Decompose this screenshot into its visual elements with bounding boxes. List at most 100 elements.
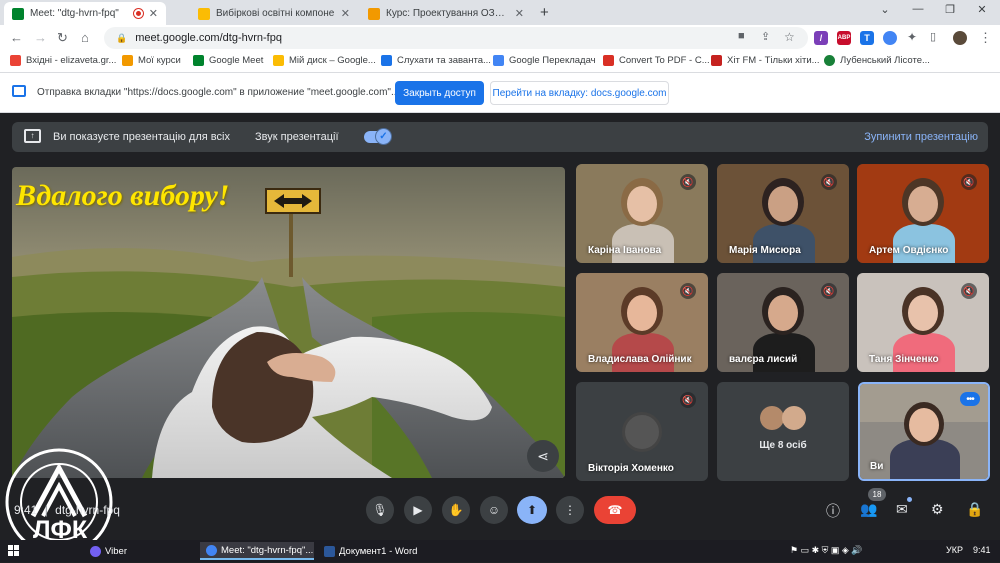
participant-face [908, 295, 938, 331]
home-icon[interactable]: ⌂ [81, 30, 89, 45]
word-icon [324, 545, 335, 557]
side-panel-icon[interactable]: ▯ [930, 30, 936, 43]
host-controls-icon[interactable]: 🔒 [966, 501, 983, 518]
participant-tile[interactable]: 🔇 Марія Мисюра [717, 164, 849, 263]
avatar [782, 406, 806, 430]
bookmark-my-courses[interactable]: Мої курси [122, 55, 181, 66]
tab-label: Вибіркові освітні компоне [216, 8, 335, 19]
forward-icon[interactable]: → [34, 30, 47, 45]
address-bar[interactable]: 🔒 meet.google.com/dtg-hvrn-fpq [104, 27, 808, 49]
taskbar-word[interactable]: Документ1 - Word [318, 542, 436, 560]
more-options-icon[interactable]: ••• [960, 392, 980, 406]
tab-elective-courses[interactable]: Вибіркові освітні компоне ✕ [190, 2, 358, 25]
tray-icons[interactable]: ⚑ ▭ ✱ ⛨ ▣ ◈ 🔊 [790, 545, 863, 556]
presentation-sound-toggle[interactable]: ✓ [364, 128, 392, 145]
chat-icon[interactable]: ✉ [896, 501, 908, 518]
extension-circle-icon[interactable] [883, 31, 897, 45]
bookmark-inbox[interactable]: Вхідні - elizaveta.gr... [10, 55, 116, 66]
close-tab-icon[interactable]: ✕ [515, 7, 524, 20]
profile-avatar[interactable] [953, 31, 967, 45]
slide-title: Вдалого вибору! [16, 179, 230, 212]
bookmark-convert-pdf[interactable]: Convert To PDF - C... [603, 55, 710, 66]
more-participants-label: Ще 8 осіб [759, 440, 807, 451]
maximize-button[interactable]: ❐ [935, 3, 965, 16]
tab-course[interactable]: Курс: Проектування ОЗБ СПГ ✕ [360, 2, 532, 25]
tab-sharing-infobar: Отправка вкладки "https://docs.google.co… [0, 73, 1000, 113]
browser-tab-strip: Meet: "dtg-hvrn-fpq" ✕ Вибіркові освітні… [0, 0, 1000, 25]
minimize-button[interactable]: — [903, 3, 933, 15]
participant-tile[interactable]: 🔇 Артем Овдієнко [857, 164, 989, 263]
camera-button[interactable]: ▶ [404, 496, 432, 524]
stop-sharing-button[interactable]: Закрыть доступ [395, 81, 484, 105]
abp-icon[interactable]: ABP [837, 31, 851, 45]
kebab-icon: ⋮ [564, 503, 576, 517]
bookmark-google-translate[interactable]: Google Перекладач [493, 55, 596, 66]
tab-search-icon[interactable]: ⌄ [870, 3, 900, 16]
meet-icon [193, 55, 204, 66]
present-now-button[interactable]: ⬆ [517, 496, 547, 524]
arrow-icon [381, 55, 392, 66]
bookmark-hit-fm[interactable]: Хіт FM - Тільки хіти... [711, 55, 820, 66]
tab-meet[interactable]: Meet: "dtg-hvrn-fpq" ✕ [4, 2, 166, 25]
close-tab-icon[interactable]: ✕ [149, 7, 158, 20]
menu-kebab-icon[interactable]: ⋮ [979, 30, 992, 46]
self-tile[interactable]: ••• Ви [858, 382, 990, 481]
participant-tile[interactable]: 🔇 Таня Зінченко [857, 273, 989, 372]
participant-tile[interactable]: 🔇 валєра лисий [717, 273, 849, 372]
meeting-time: 9:41 [14, 503, 38, 517]
back-icon[interactable]: ← [10, 30, 23, 45]
present-screen-icon: ↑ [24, 129, 41, 143]
reload-icon[interactable]: ↻ [57, 30, 68, 46]
slide-image [12, 167, 565, 478]
bookmark-star-icon[interactable]: ☆ [784, 30, 795, 44]
input-language[interactable]: УКР [946, 545, 963, 555]
start-icon[interactable] [8, 545, 20, 557]
muted-mic-icon: 🔇 [821, 174, 837, 190]
gmail-icon [10, 55, 21, 66]
share-page-icon[interactable]: ⇪ [761, 30, 770, 43]
system-clock[interactable]: 9:41 [973, 545, 991, 555]
extensions-puzzle-icon[interactable]: ✦ [907, 30, 917, 44]
more-participants-tile[interactable]: Ще 8 осіб [717, 382, 849, 481]
bookmark-google-drive[interactable]: Мій диск – Google... [273, 55, 376, 66]
taskbar-viber[interactable]: Viber [84, 542, 196, 560]
camera-icon[interactable]: ■ [738, 30, 745, 42]
raise-hand-button[interactable]: ✋ [442, 496, 470, 524]
bookmark-music[interactable]: Слухати та заванта... [381, 55, 491, 66]
bookmarks-bar: Вхідні - elizaveta.gr... Мої курси Googl… [0, 51, 1000, 73]
participant-tile[interactable]: 🔇 Вікторія Хоменко [576, 382, 708, 481]
close-tab-icon[interactable]: ✕ [341, 7, 350, 20]
muted-mic-icon: 🔇 [680, 392, 696, 408]
reactions-button[interactable]: ☺ [480, 496, 508, 524]
participant-body [893, 333, 955, 372]
taskbar-chrome-meet[interactable]: Meet: "dtg-hvrn-fpq"... [200, 542, 314, 560]
bookmark-google-meet[interactable]: Google Meet [193, 55, 263, 66]
participant-name: Таня Зінченко [869, 354, 939, 365]
recording-icon [133, 9, 143, 18]
close-window-button[interactable]: ✕ [967, 3, 997, 16]
bookmark-college[interactable]: Лубенський Лісоте... [824, 55, 930, 66]
bookmark-label: Мої курси [138, 55, 181, 66]
more-options-button[interactable]: ⋮ [556, 496, 584, 524]
new-tab-button[interactable]: + [540, 4, 549, 21]
bookmark-label: Слухати та заванта... [397, 55, 491, 66]
pen-extension-icon[interactable]: / [814, 31, 828, 45]
participant-tile[interactable]: 🔇 Каріна Іванова [576, 164, 708, 263]
switch-tab-button[interactable]: Перейти на вкладку: docs.google.com [490, 81, 669, 105]
meeting-info-icon[interactable]: ⓘ [826, 501, 840, 521]
participant-name: Ви [870, 461, 884, 472]
task-label: Viber [105, 545, 128, 557]
activities-icon[interactable]: ⚙ [931, 501, 944, 518]
stop-presenting-link[interactable]: Зупинити презентацію [864, 131, 978, 143]
chrome-icon [206, 544, 217, 556]
microphone-button[interactable]: 🎙 [366, 496, 394, 524]
translate-icon[interactable]: T [860, 31, 874, 45]
leave-call-button[interactable]: ☎ [594, 496, 636, 524]
emoji-icon: ☺ [487, 503, 501, 517]
share-icon[interactable]: ⋖ [527, 440, 559, 472]
bookmark-label: Мій диск – Google... [289, 55, 376, 66]
people-icon[interactable]: 👥 [860, 501, 877, 518]
participant-tile[interactable]: 🔇 Владислава Олійник [576, 273, 708, 372]
participant-body [893, 224, 955, 263]
check-icon: ✓ [375, 128, 392, 145]
